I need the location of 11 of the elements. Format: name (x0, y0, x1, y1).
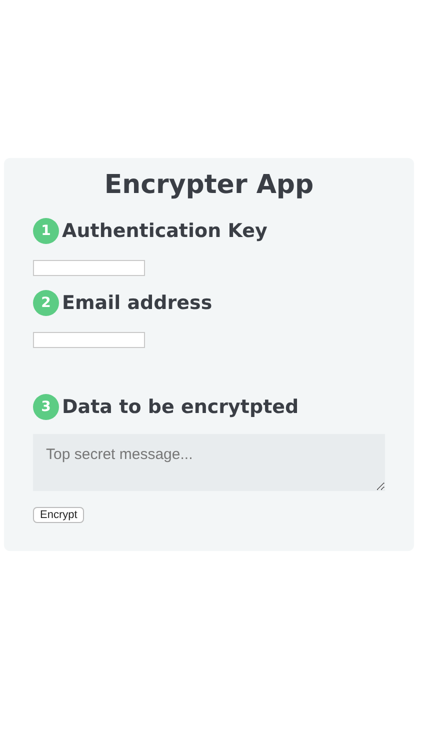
step-heading: Email address (62, 292, 212, 314)
encrypt-button[interactable]: Encrypt (33, 507, 84, 523)
input-field[interactable] (33, 260, 145, 276)
step-number-badge: 3 (33, 394, 59, 420)
step-heading: Data to be encrytpted (62, 396, 299, 418)
input-field[interactable] (33, 332, 145, 348)
message-field[interactable]: Top secret message... (33, 434, 385, 491)
app-title: Encrypter App (104, 170, 314, 200)
step-number-badge: 2 (33, 290, 59, 316)
step-heading: Authentication Key (62, 220, 268, 242)
step-number-badge: 1 (33, 218, 59, 244)
